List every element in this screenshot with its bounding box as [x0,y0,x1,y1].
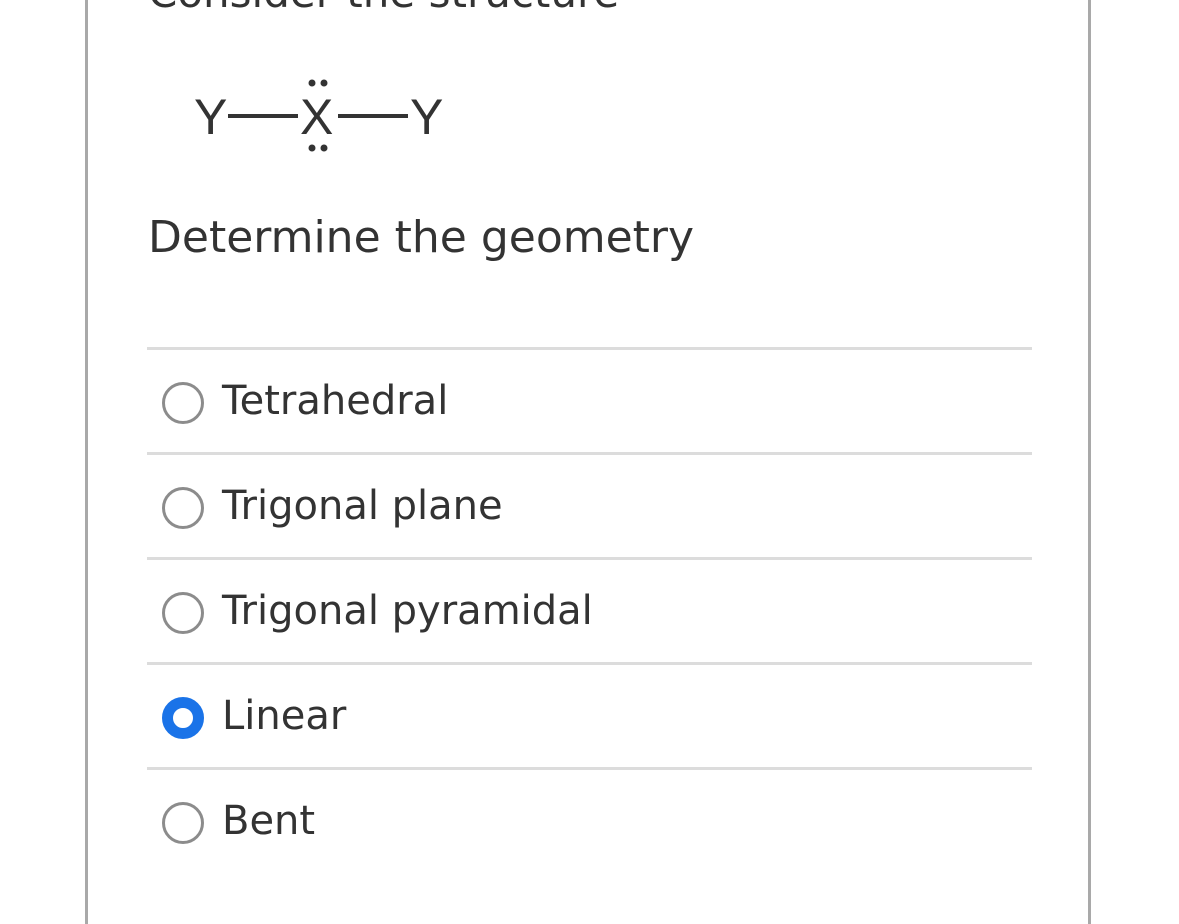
option-label: Linear [222,693,347,739]
top-lone-pair [308,79,328,87]
left-atom-label: Y [194,89,227,145]
question-prompt: Determine the geometry [148,212,695,263]
right-atom-label: Y [410,89,443,145]
quiz-page: Consider the structure Y X Y Determine t… [0,0,1179,924]
option-trigonal-pyramidal[interactable]: Trigonal pyramidal [147,557,1032,662]
radio-unchecked-icon[interactable] [162,487,204,529]
option-label: Trigonal pyramidal [222,588,593,634]
option-label: Trigonal plane [222,483,503,529]
central-atom-label: X [300,89,333,145]
radio-unchecked-icon[interactable] [162,592,204,634]
lewis-structure-figure: Y X Y [194,79,443,152]
option-bent[interactable]: Bent [147,767,1032,872]
bottom-lone-pair [308,144,328,152]
option-linear[interactable]: Linear [147,662,1032,767]
answer-options: Tetrahedral Trigonal plane Trigonal pyra… [147,347,1032,872]
question-header: Consider the structure [148,0,619,14]
option-trigonal-plane[interactable]: Trigonal plane [147,452,1032,557]
option-label: Bent [222,798,316,844]
radio-checked-icon[interactable] [162,697,204,739]
radio-unchecked-icon[interactable] [162,382,204,424]
option-label: Tetrahedral [222,378,449,424]
radio-unchecked-icon[interactable] [162,802,204,844]
option-tetrahedral[interactable]: Tetrahedral [147,347,1032,452]
